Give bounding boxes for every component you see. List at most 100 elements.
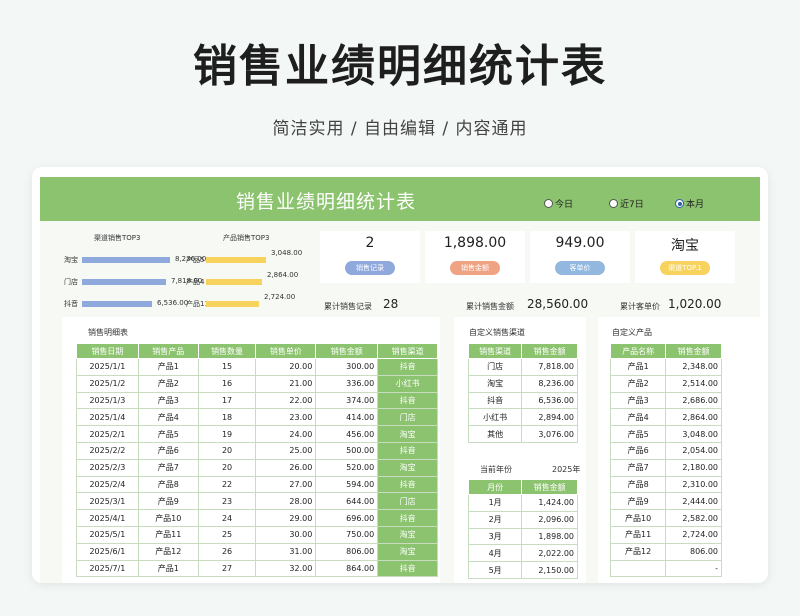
bar-label: 门店	[64, 278, 78, 286]
table-row: 2025/7/1 产品1 27 32.00 864.00 抖音	[76, 559, 438, 578]
bar-value-label: 2,724.00	[264, 293, 296, 301]
table-cell: 15	[197, 358, 257, 376]
table-row: 产品10 2,582.00	[609, 509, 722, 527]
table-row: 产品12 806.00	[609, 542, 722, 561]
table-cell: 20.00	[255, 358, 317, 376]
table-row: 产品5 3,048.00	[609, 425, 722, 443]
column-header: 销售产品	[137, 343, 199, 359]
column-header: 销售日期	[76, 343, 139, 359]
table-cell: 产品4	[609, 408, 667, 427]
bar-value-label: 3,048.00	[271, 249, 303, 257]
table-row: 2025/1/1 产品1 15 20.00 300.00 抖音	[76, 358, 438, 376]
table-cell: 20	[197, 458, 257, 477]
table-cell: 25.00	[255, 441, 317, 460]
radio-this-month[interactable]: 本月	[675, 197, 704, 210]
total-amount-label: 累计销售金额	[466, 302, 514, 311]
table-cell: 产品12	[609, 542, 667, 561]
table-cell: 产品1	[609, 358, 667, 376]
table-cell: 抖音	[377, 441, 438, 460]
table-cell: 2,022.00	[521, 544, 578, 563]
table-cell: 2,348.00	[665, 358, 722, 376]
table-cell: 806.00	[665, 542, 722, 561]
table-cell: 25	[197, 525, 257, 544]
table-cell: -	[665, 559, 722, 578]
table-cell: 抖音	[377, 559, 438, 578]
table-cell: 产品2	[609, 374, 667, 393]
table-row: 2月 2,096.00	[467, 510, 578, 529]
table-cell: 2025/7/1	[76, 559, 139, 578]
table-cell: 小红书	[467, 408, 523, 427]
table-cell: 门店	[377, 492, 438, 511]
page-title: 销售业绩明细统计表	[193, 41, 607, 92]
radio-dot-selected[interactable]	[675, 199, 684, 208]
table-cell: 2,054.00	[665, 441, 722, 460]
table-cell: 300.00	[315, 358, 379, 376]
sheet-title: 销售业绩明细统计表	[236, 191, 417, 213]
table-cell: 产品6	[137, 441, 199, 460]
table-cell: 27.00	[255, 475, 317, 494]
table-cell: 2,150.00	[521, 561, 578, 579]
radio-today[interactable]: 今日	[544, 197, 573, 210]
table-cell: 2025/2/2	[76, 441, 139, 460]
table-cell: 2,096.00	[521, 510, 578, 529]
table-cell: 7,818.00	[521, 358, 578, 376]
table-cell: 产品7	[137, 458, 199, 477]
column-header: 产品名称	[609, 343, 667, 359]
column-header: 销售金额	[521, 479, 578, 495]
table-cell: 2,582.00	[665, 509, 722, 527]
bar-value-label: 6,536.00	[157, 299, 189, 307]
table-cell: 750.00	[315, 525, 379, 544]
table-row: -	[609, 559, 722, 578]
kpi-avg-order: 949.00 客单价	[530, 231, 630, 283]
total-avg-label: 累计客单价	[620, 302, 660, 311]
table-cell: 产品10	[137, 509, 199, 527]
table-cell: 淘宝	[377, 425, 438, 443]
bar-channel	[82, 257, 170, 263]
radio-dot[interactable]	[544, 199, 553, 208]
table-cell: 29.00	[255, 509, 317, 527]
table-cell: 门店	[377, 408, 438, 427]
table-cell: 3月	[467, 527, 523, 546]
table-cell: 1,424.00	[521, 494, 578, 512]
table-cell: 2,310.00	[665, 475, 722, 494]
table-cell: 864.00	[315, 559, 379, 578]
bar-label: 淘宝	[64, 256, 78, 264]
table-cell: 2025/1/2	[76, 374, 139, 393]
channel-table-title: 自定义销售渠道	[469, 328, 525, 337]
table-row: 产品7 2,180.00	[609, 458, 722, 477]
table-cell: 644.00	[315, 492, 379, 511]
table-row: 2025/4/1 产品10 24 29.00 696.00 抖音	[76, 509, 438, 527]
table-cell: 2,894.00	[521, 408, 578, 427]
kpi-label: 客单价	[555, 261, 605, 275]
radio-last-7-days[interactable]: 近7日	[609, 197, 644, 210]
radio-dot[interactable]	[609, 199, 618, 208]
table-cell: 24.00	[255, 425, 317, 443]
sheet-banner: 销售业绩明细统计表	[40, 177, 760, 221]
table-cell: 抖音	[377, 358, 438, 376]
table-cell: 20	[197, 441, 257, 460]
table-cell: 414.00	[315, 408, 379, 427]
bar-channel	[82, 279, 166, 285]
column-header: 销售单价	[255, 343, 317, 359]
kpi-top-channel: 淘宝 渠道TOP.1	[635, 231, 735, 283]
kpi-label: 销售记录	[345, 261, 395, 275]
table-row: 产品9 2,444.00	[609, 492, 722, 511]
table-row: 2025/6/1 产品12 26 31.00 806.00 淘宝	[76, 542, 438, 561]
spreadsheet-card: 销售业绩明细统计表 今日 近7日 本月 渠道销售TOP3 淘宝 8,236.00 门…	[32, 167, 768, 583]
table-cell: 产品4	[137, 408, 199, 427]
table-cell: 产品10	[609, 509, 667, 527]
table-cell: 产品7	[609, 458, 667, 477]
channel-table: 销售渠道 销售金额 门店 7,818.00 淘宝 8,236.00 抖音 6,536.00 小…	[467, 343, 578, 443]
table-cell: 2025/6/1	[76, 542, 139, 561]
bar-product	[206, 301, 259, 307]
table-cell: 6,536.00	[521, 391, 578, 410]
table-row: 2025/1/4 产品4 18 23.00 414.00 门店	[76, 408, 438, 427]
table-cell: 594.00	[315, 475, 379, 494]
table-cell: 17	[197, 391, 257, 410]
table-cell: 其他	[467, 425, 523, 443]
table-row: 2025/5/1 产品11 25 30.00 750.00 淘宝	[76, 525, 438, 544]
table-cell: 抖音	[377, 475, 438, 494]
table-cell: 抖音	[467, 391, 523, 410]
table-cell: 2025/1/3	[76, 391, 139, 410]
table-cell: 淘宝	[467, 374, 523, 393]
